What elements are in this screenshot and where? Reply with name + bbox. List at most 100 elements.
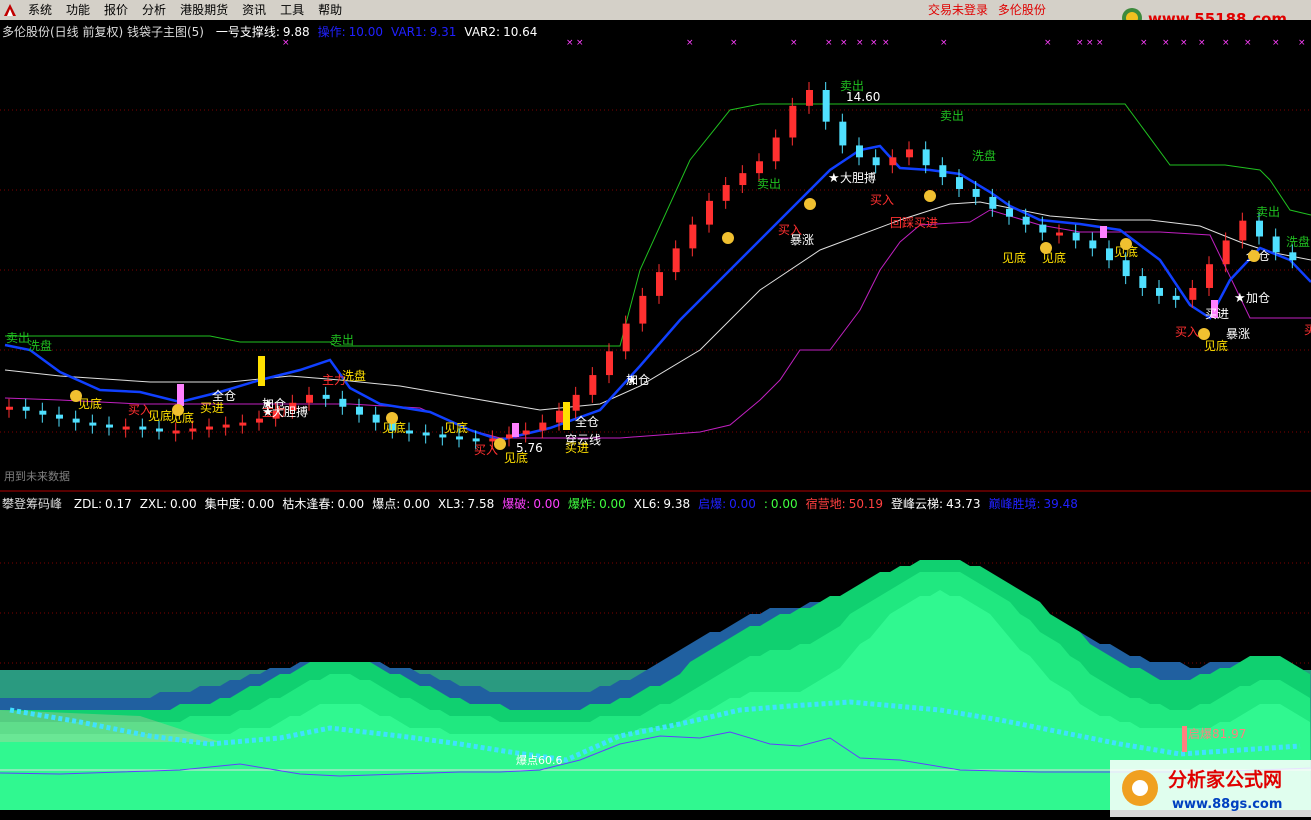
indicator-value: 0.00 — [729, 497, 756, 511]
indicator: 宿营地: 50.19 — [806, 497, 883, 511]
sell-annotation: 卖出 — [940, 109, 964, 123]
green-resistance-line — [5, 103, 1311, 347]
indicator-label: VAR2: — [464, 25, 501, 39]
indicator-value: 0.00 — [599, 497, 626, 511]
candle — [756, 161, 763, 174]
main-indicators: 一号支撑线: 9.88 操作: 10.00 VAR1: 9.31 VAR2: 10.64 — [208, 25, 538, 39]
chart-area[interactable]: × × × × × × × × × × × × × × × × × × × × × × × × 卖出 洗盘 见底 买入 见底 … — [0, 20, 1311, 817]
full-position-annotation: 全仓 — [575, 414, 599, 429]
candle — [1122, 260, 1130, 277]
menu-item[interactable]: 分析 — [138, 0, 176, 20]
candle — [939, 165, 947, 178]
candle — [856, 145, 863, 158]
signal-mark: × — [840, 38, 848, 48]
candle — [1239, 220, 1247, 241]
indicator-label: : — [763, 497, 768, 511]
menu-item[interactable]: 帮助 — [314, 0, 352, 20]
candle — [539, 422, 547, 431]
candle — [1089, 240, 1097, 249]
sub-indicators: ZDL: 0.17 ZXL: 0.00 集中度: 0.00 枯木逢春: 0.00 爆点: 0.00… — [66, 497, 1078, 511]
money-bag-icon — [494, 438, 506, 450]
shakeout-annotation: 洗盘 — [342, 368, 366, 383]
indicator-value: 0.00 — [403, 497, 430, 511]
candle — [372, 414, 380, 423]
money-bag-icon — [70, 390, 82, 402]
menu-item[interactable]: 报价 — [100, 0, 138, 20]
full-position-annotation: 全仓 — [212, 388, 236, 403]
signal-mark: × — [1162, 38, 1170, 48]
candle — [206, 426, 213, 430]
candlesticks — [6, 82, 1297, 450]
candle — [1039, 224, 1047, 233]
indicator: 启爆: 0.00 — [698, 497, 756, 511]
menu-bar: 系统 功能 报价 分析 港股期货 资讯 工具 帮助 交易未登录 多伦股份 www.55188.… — [0, 0, 1311, 28]
signal-mark: × — [1244, 38, 1252, 48]
money-bag-icon — [1198, 328, 1210, 340]
candle — [689, 224, 697, 249]
candle — [872, 157, 880, 166]
kline-chart[interactable]: × × × × × × × × × × × × × × × × × × × × × × × × 卖出 洗盘 见底 买入 见底 … — [0, 20, 1311, 817]
candle — [572, 394, 580, 411]
candle — [606, 351, 613, 376]
main-panel-header: 多伦股份(日线 前复权) 钱袋子主图(5) 一号支撑线: 9.88 操作: 10.00… — [2, 23, 537, 40]
surge-annotation: 暴涨 — [790, 232, 814, 247]
signal-mark: × — [940, 38, 948, 48]
candle — [172, 430, 180, 434]
money-bag-icon — [1248, 250, 1260, 262]
candle — [1106, 248, 1113, 261]
full-position-bar — [563, 402, 570, 430]
candle — [106, 424, 113, 428]
candle — [722, 185, 730, 201]
indicator: ZXL: 0.00 — [140, 497, 197, 511]
money-bag-icon — [804, 198, 816, 210]
signal-mark: × — [1076, 38, 1084, 48]
candle — [672, 248, 680, 273]
candle — [456, 436, 463, 440]
candle — [972, 188, 980, 197]
menu-item[interactable]: 工具 — [276, 0, 314, 20]
candle — [556, 410, 563, 423]
pullback-buy-annotation: 回踩买进 — [890, 216, 938, 230]
candle — [22, 406, 30, 411]
full-position-bar — [258, 356, 265, 386]
candle — [622, 323, 630, 352]
money-bag-icon — [1120, 238, 1132, 250]
signal-bar — [512, 423, 519, 437]
signal-mark: × — [790, 38, 798, 48]
indicator-label: XL6: — [633, 497, 661, 511]
menu-item[interactable]: 系统 — [24, 0, 62, 20]
indicator-value: 0.00 — [169, 497, 197, 511]
menu-item[interactable]: 功能 — [62, 0, 100, 20]
candle — [406, 430, 413, 434]
indicator-value: 50.19 — [848, 497, 884, 511]
sell-annotation: 卖出 — [757, 177, 781, 191]
menu-item[interactable]: 港股期货 — [176, 0, 238, 20]
candle — [1072, 232, 1080, 241]
candle — [589, 375, 597, 395]
indicator-label: 枯木逢春: — [282, 497, 335, 511]
signal-mark: × — [1140, 38, 1148, 48]
indicator-label: 操作: — [317, 25, 346, 39]
indicator-value: 43.73 — [946, 497, 981, 511]
candle — [39, 410, 47, 415]
indicator-label: 一号支撑线: — [215, 25, 280, 39]
candle — [956, 177, 963, 189]
high-price-label: 14.60 — [846, 90, 880, 104]
candle — [1272, 236, 1280, 253]
ignition-bar — [1182, 726, 1187, 752]
candle — [656, 272, 663, 296]
login-status[interactable]: 交易未登录 多伦股份 — [928, 0, 1046, 20]
star-icon: ★ — [1234, 291, 1246, 306]
signal-mark: × — [1096, 38, 1104, 48]
menu-item[interactable]: 资讯 — [238, 0, 276, 20]
candle — [222, 424, 230, 428]
candle — [472, 438, 480, 442]
indicator-value: 0.00 — [770, 497, 798, 511]
candle — [356, 406, 363, 415]
app-logo-icon[interactable] — [2, 2, 18, 18]
indicator-value: 9.38 — [663, 497, 691, 511]
candle — [839, 121, 847, 146]
indicator-label: 宿营地: — [805, 497, 846, 511]
indicator: 操作: 10.00 — [318, 25, 383, 39]
signal-bar — [1100, 226, 1107, 238]
